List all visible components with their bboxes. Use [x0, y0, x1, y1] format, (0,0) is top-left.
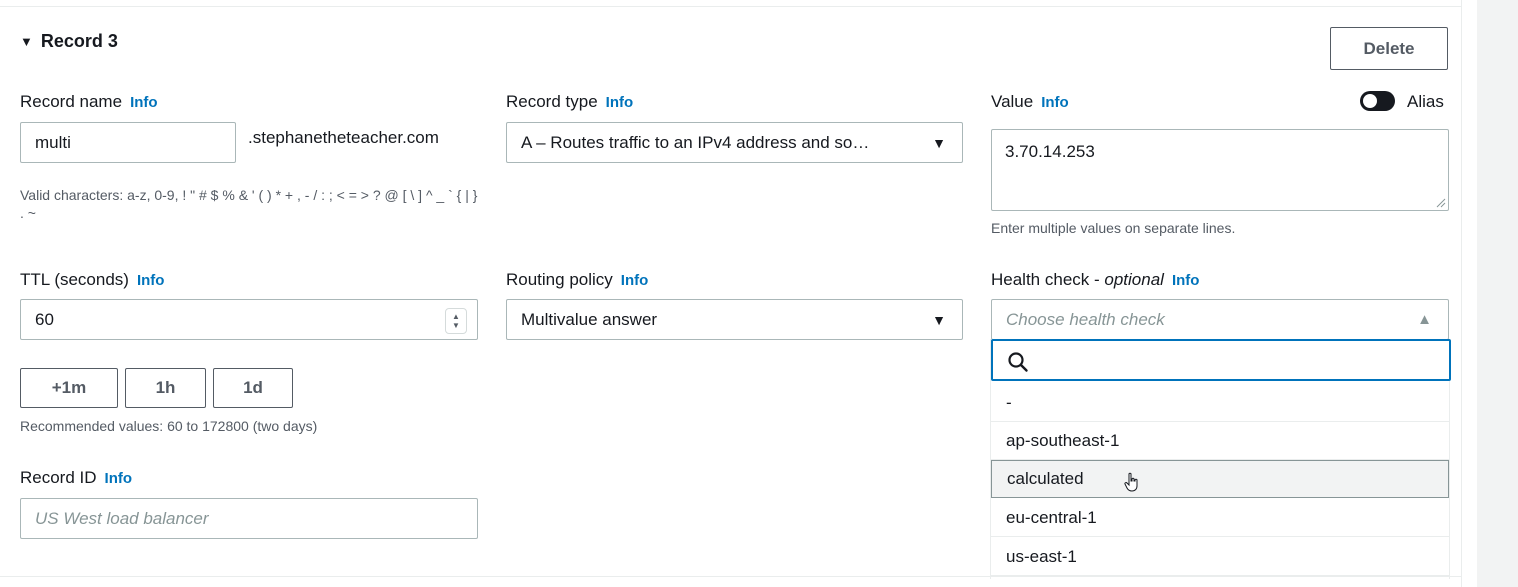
dropdown-option[interactable]: ap-southeast-1 — [991, 422, 1449, 460]
record-type-value: A – Routes traffic to an IPv4 address an… — [521, 132, 870, 152]
record-id-placeholder: US West load balancer — [35, 508, 209, 528]
alias-toggle[interactable] — [1360, 91, 1395, 111]
ttl-label: TTL (seconds) Info — [20, 270, 164, 290]
routing-policy-select[interactable]: Multivalue answer ▼ — [506, 299, 963, 340]
search-icon — [1008, 352, 1028, 372]
caret-down-icon: ▼ — [932, 311, 946, 328]
ttl-1d-button[interactable]: 1d — [213, 368, 293, 408]
domain-suffix: .stephanetheteacher.com — [248, 128, 439, 147]
value-label-text: Value — [991, 92, 1034, 111]
record-id-label-text: Record ID — [20, 468, 97, 487]
ttl-hint: Recommended values: 60 to 172800 (two da… — [20, 418, 318, 434]
dropdown-option[interactable]: - — [991, 384, 1449, 422]
section-divider-bottom — [0, 576, 1461, 577]
health-check-select[interactable]: Choose health check ▲ — [991, 299, 1449, 340]
record-type-info-link[interactable]: Info — [606, 94, 634, 111]
dropdown-option[interactable]: us-east-1 — [991, 538, 1449, 576]
optional-tag: optional — [1104, 270, 1164, 289]
dropdown-option[interactable]: eu-central-1 — [991, 499, 1449, 537]
ttl-input[interactable]: 60 ▲ ▼ — [20, 299, 478, 340]
dropdown-option-hovered[interactable]: calculated — [991, 460, 1449, 498]
page-scroll-area — [1477, 0, 1518, 587]
record-name-label: Record name Info — [20, 92, 158, 112]
ttl-info-link[interactable]: Info — [137, 272, 165, 289]
health-check-label: Health check - optional Info — [991, 270, 1199, 290]
value-textarea[interactable]: 3.70.14.253 — [991, 129, 1449, 211]
toggle-knob — [1363, 94, 1377, 108]
health-check-placeholder: Choose health check — [1006, 309, 1165, 329]
ttl-value: 60 — [35, 309, 54, 329]
value-info-link[interactable]: Info — [1041, 94, 1069, 111]
routing-policy-label-text: Routing policy — [506, 270, 613, 289]
section-divider-top — [0, 6, 1461, 7]
hand-cursor-icon — [1124, 472, 1138, 492]
routing-policy-label: Routing policy Info — [506, 270, 648, 290]
routing-policy-value: Multivalue answer — [521, 309, 658, 329]
record-name-label-text: Record name — [20, 92, 123, 111]
record-name-hint: Valid characters: a-z, 0-9, ! " # $ % & … — [20, 187, 478, 221]
value-label: Value Info — [991, 92, 1069, 112]
record-id-input[interactable]: US West load balancer — [20, 498, 478, 539]
alias-label: Alias — [1407, 92, 1444, 111]
delete-button[interactable]: Delete — [1330, 27, 1448, 70]
record-name-info-link[interactable]: Info — [130, 94, 158, 111]
caret-down-icon: ▼ — [20, 34, 33, 49]
record-title: Record 3 — [40, 31, 118, 51]
resize-grip-icon[interactable] — [1436, 198, 1446, 208]
panel-border — [1461, 0, 1462, 587]
caret-down-icon: ▼ — [932, 134, 946, 151]
routing-policy-info-link[interactable]: Info — [621, 272, 649, 289]
value-text: 3.70.14.253 — [1005, 142, 1095, 161]
record-expander[interactable]: ▼ Record 3 — [20, 31, 118, 52]
record-id-info-link[interactable]: Info — [105, 470, 133, 487]
value-hint: Enter multiple values on separate lines. — [991, 220, 1236, 236]
record-type-label: Record type Info — [506, 92, 633, 112]
ttl-1h-button[interactable]: 1h — [125, 368, 206, 408]
caret-up-icon: ▲ — [1417, 311, 1432, 328]
health-check-label-text: Health check - — [991, 270, 1105, 289]
record-name-input[interactable]: multi — [20, 122, 236, 163]
record-type-label-text: Record type — [506, 92, 598, 111]
record-type-select[interactable]: A – Routes traffic to an IPv4 address an… — [506, 122, 963, 163]
health-check-dropdown: - ap-southeast-1 calculated eu-central-1… — [990, 339, 1451, 579]
health-check-info-link[interactable]: Info — [1172, 272, 1200, 289]
health-check-search-input[interactable] — [991, 339, 1451, 381]
ttl-plus-1m-button[interactable]: +1m — [20, 368, 118, 408]
ttl-label-text: TTL (seconds) — [20, 270, 129, 289]
number-stepper-icon[interactable]: ▲ ▼ — [445, 308, 467, 334]
record-name-value: multi — [35, 132, 71, 152]
record-id-label: Record ID Info — [20, 468, 132, 488]
